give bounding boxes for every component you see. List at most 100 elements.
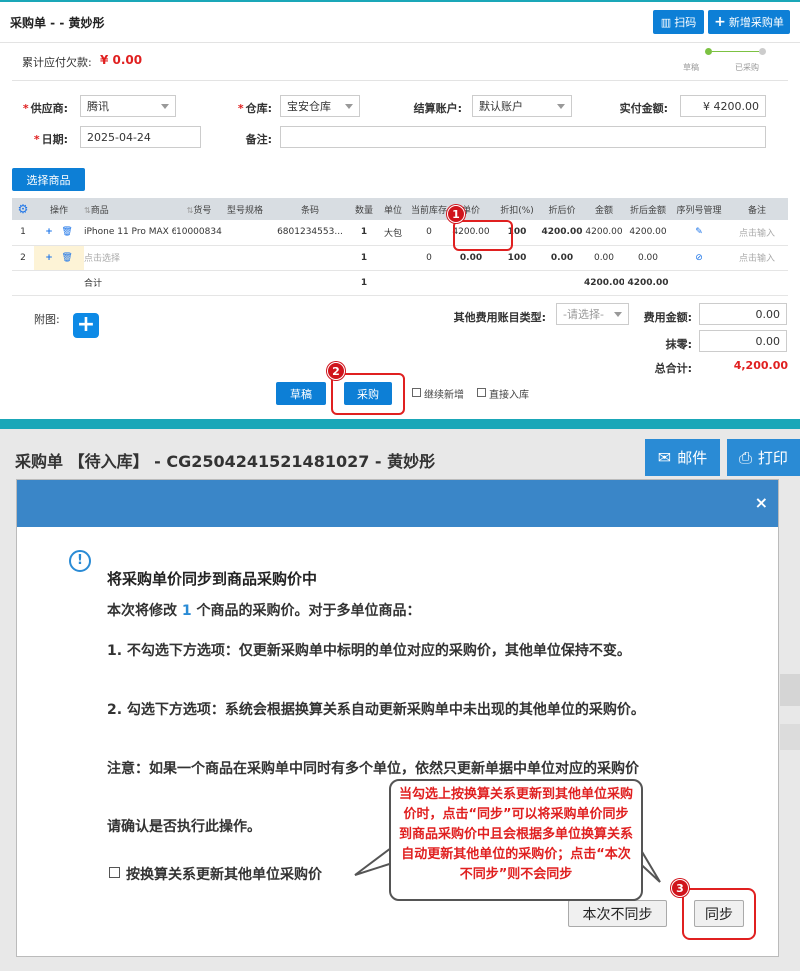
edit-icon: ✎ xyxy=(695,227,703,238)
step-label-draft: 草稿 xyxy=(683,63,699,72)
table-total-row: 合计 1 4200.00 4200.00 xyxy=(12,270,788,296)
annotation-callout: 当勾选上按换算关系更新到其他单位采购价时，点击“同步”可以将采购单价同步到商品采… xyxy=(389,779,643,901)
barcode-icon: ▥ xyxy=(660,15,672,29)
product-cell[interactable]: 点击选择 xyxy=(84,245,176,271)
no-sync-button[interactable]: 本次不同步 xyxy=(568,900,667,927)
section-separator xyxy=(0,419,800,429)
column-header[interactable]: ⇅货号 xyxy=(176,198,222,220)
supplier-select[interactable]: 腾讯 xyxy=(80,95,176,117)
column-header: 单位 xyxy=(376,198,410,220)
add-row-icon[interactable]: + xyxy=(45,227,53,237)
dialog-heading: 将采购单价同步到商品采购价中 xyxy=(107,570,318,588)
warehouse-label: * 仓库: xyxy=(237,102,272,115)
column-header[interactable]: 折扣(%) xyxy=(494,198,540,220)
dialog-note: 注意：如果一个商品在采购单中同时有多个单位，依然只更新单据中单位对应的采购价 xyxy=(107,761,639,777)
chevron-down-icon xyxy=(557,104,565,109)
dialog-option-2: 2. 勾选下方选项：系统会根据换算关系自动更新采购单中未出现的其他单位的采购价。 xyxy=(107,702,645,718)
table-header-row: ⚙ 操作 ⇅商品 ⇅货号 型号规格 条码 数量 单位 当前库存 单价 折扣(%)… xyxy=(12,198,788,220)
step-dot-draft xyxy=(705,48,712,55)
unit-price-highlight xyxy=(453,220,513,251)
settings-icon[interactable]: ⚙ xyxy=(12,198,34,220)
sort-icon: ⇅ xyxy=(84,205,91,215)
convert-units-label: 按换算关系更新其他单位采购价 xyxy=(126,867,322,883)
info-icon: ! xyxy=(69,550,91,572)
dialog-summary: 本次将修改 1 个商品的采购价。对于多单位商品： xyxy=(107,603,421,619)
sync-button-highlight xyxy=(682,888,756,940)
step-badge-2: 2 xyxy=(327,362,345,380)
plus-icon: + xyxy=(714,14,726,30)
owed-label: 累计应付欠款: xyxy=(22,56,92,69)
ban-icon: ⊘ xyxy=(695,252,703,263)
remark-input[interactable] xyxy=(280,126,766,148)
section-divider xyxy=(12,80,788,81)
trash-icon[interactable]: 🗑 xyxy=(61,253,72,263)
date-label: * 日期: xyxy=(33,133,68,146)
purchase-button-highlight xyxy=(331,373,405,415)
remark-cell[interactable]: 点击输入 xyxy=(726,245,788,271)
mail-button[interactable]: ✉ 邮件 xyxy=(645,439,720,476)
account-select[interactable]: 默认账户 xyxy=(472,95,572,117)
round-off-input[interactable]: 0.00 xyxy=(699,330,787,352)
fee-amount-label: 费用金额: xyxy=(643,311,692,324)
other-fee-type-label: 其他费用账目类型: xyxy=(453,311,546,324)
scan-button[interactable]: ▥ 扫码 xyxy=(653,10,704,34)
purchase-order-form: 采购单 - - 黄妙彤 ▥ 扫码 + 新增采购单 累计应付欠款: ¥ 0.00 … xyxy=(0,0,800,426)
add-row-icon[interactable]: + xyxy=(45,253,53,263)
table-row: 1 + 🗑 iPhone 11 Pro MAX 6... 10000834...… xyxy=(12,220,788,246)
step-dot-purchased xyxy=(759,48,766,55)
paid-amount-label: 实付金额: xyxy=(619,102,668,115)
page-title: 采购单 - - 黄妙彤 xyxy=(10,16,105,30)
table-row: 2 + 🗑 点击选择 1 0 0.00 100 0.00 0.00 0.00 ⊘… xyxy=(12,245,788,271)
step-badge-1: 1 xyxy=(447,205,465,223)
column-header: 折后金额 xyxy=(624,198,672,220)
direct-stock-label: 直接入库 xyxy=(489,390,529,401)
print-button[interactable]: ⎙ 打印 xyxy=(727,439,800,476)
account-label: 结算账户: xyxy=(413,102,462,115)
fee-amount-input[interactable]: 0.00 xyxy=(699,303,787,325)
new-purchase-order-button[interactable]: + 新增采购单 xyxy=(708,10,790,34)
grand-total-value: 4,200.00 xyxy=(733,359,788,372)
add-attachment-button[interactable]: + xyxy=(73,313,99,338)
remark-label: 备注: xyxy=(245,133,272,146)
goods-table: ⚙ 操作 ⇅商品 ⇅货号 型号规格 条码 数量 单位 当前库存 单价 折扣(%)… xyxy=(12,198,788,296)
step-label-purchased: 已采购 xyxy=(735,63,759,72)
other-fee-type-select[interactable]: -请选择- xyxy=(556,303,629,325)
draft-button[interactable]: 草稿 xyxy=(276,382,326,405)
attachment-label: 附图: xyxy=(34,313,60,326)
column-header: 金额 xyxy=(584,198,624,220)
step-badge-3: 3 xyxy=(671,879,689,897)
background-strip xyxy=(780,724,800,750)
chevron-down-icon xyxy=(161,104,169,109)
envelope-icon: ✉ xyxy=(657,448,672,467)
product-cell[interactable]: iPhone 11 Pro MAX 6... xyxy=(84,220,176,246)
close-icon[interactable]: × xyxy=(755,493,768,512)
dialog-option-1: 1. 不勾选下方选项：仅更新采购单中标明的单位对应的采购价，其他单位保持不变。 xyxy=(107,643,631,659)
warehouse-select[interactable]: 宝安仓库 xyxy=(280,95,360,117)
column-header: 备注 xyxy=(726,198,788,220)
chevron-down-icon xyxy=(614,312,622,317)
column-header: 数量 xyxy=(352,198,376,220)
background-strip xyxy=(780,674,800,706)
column-header[interactable]: ⇅商品 xyxy=(84,198,176,220)
grand-total-label: 总合计: xyxy=(654,362,692,375)
direct-stock-checkbox[interactable] xyxy=(477,388,486,397)
trash-icon[interactable]: 🗑 xyxy=(61,227,72,237)
step-progress-line xyxy=(712,51,759,52)
continue-add-checkbox[interactable] xyxy=(412,388,421,397)
detail-title: 采购单 【待入库】 - CG2504241521481027 - 黄妙彤 xyxy=(15,452,436,471)
column-header: 折后价 xyxy=(540,198,584,220)
remark-cell[interactable]: 点击输入 xyxy=(726,220,788,246)
printer-icon: ⎙ xyxy=(739,447,752,467)
column-header: 条码 xyxy=(268,198,352,220)
chevron-down-icon xyxy=(345,104,353,109)
convert-units-checkbox[interactable] xyxy=(109,867,120,878)
date-input[interactable]: 2025-04-24 xyxy=(80,126,201,148)
choose-goods-button[interactable]: 选择商品 xyxy=(12,168,85,191)
dialog-header: × xyxy=(17,480,778,527)
column-header: 序列号管理 xyxy=(672,198,726,220)
paid-amount-input[interactable]: ¥ 4200.00 xyxy=(680,95,766,117)
supplier-label: * 供应商: xyxy=(22,102,68,115)
column-header: 操作 xyxy=(34,198,84,220)
owed-amount: ¥ 0.00 xyxy=(100,53,143,67)
column-header: 当前库存 xyxy=(410,198,448,220)
